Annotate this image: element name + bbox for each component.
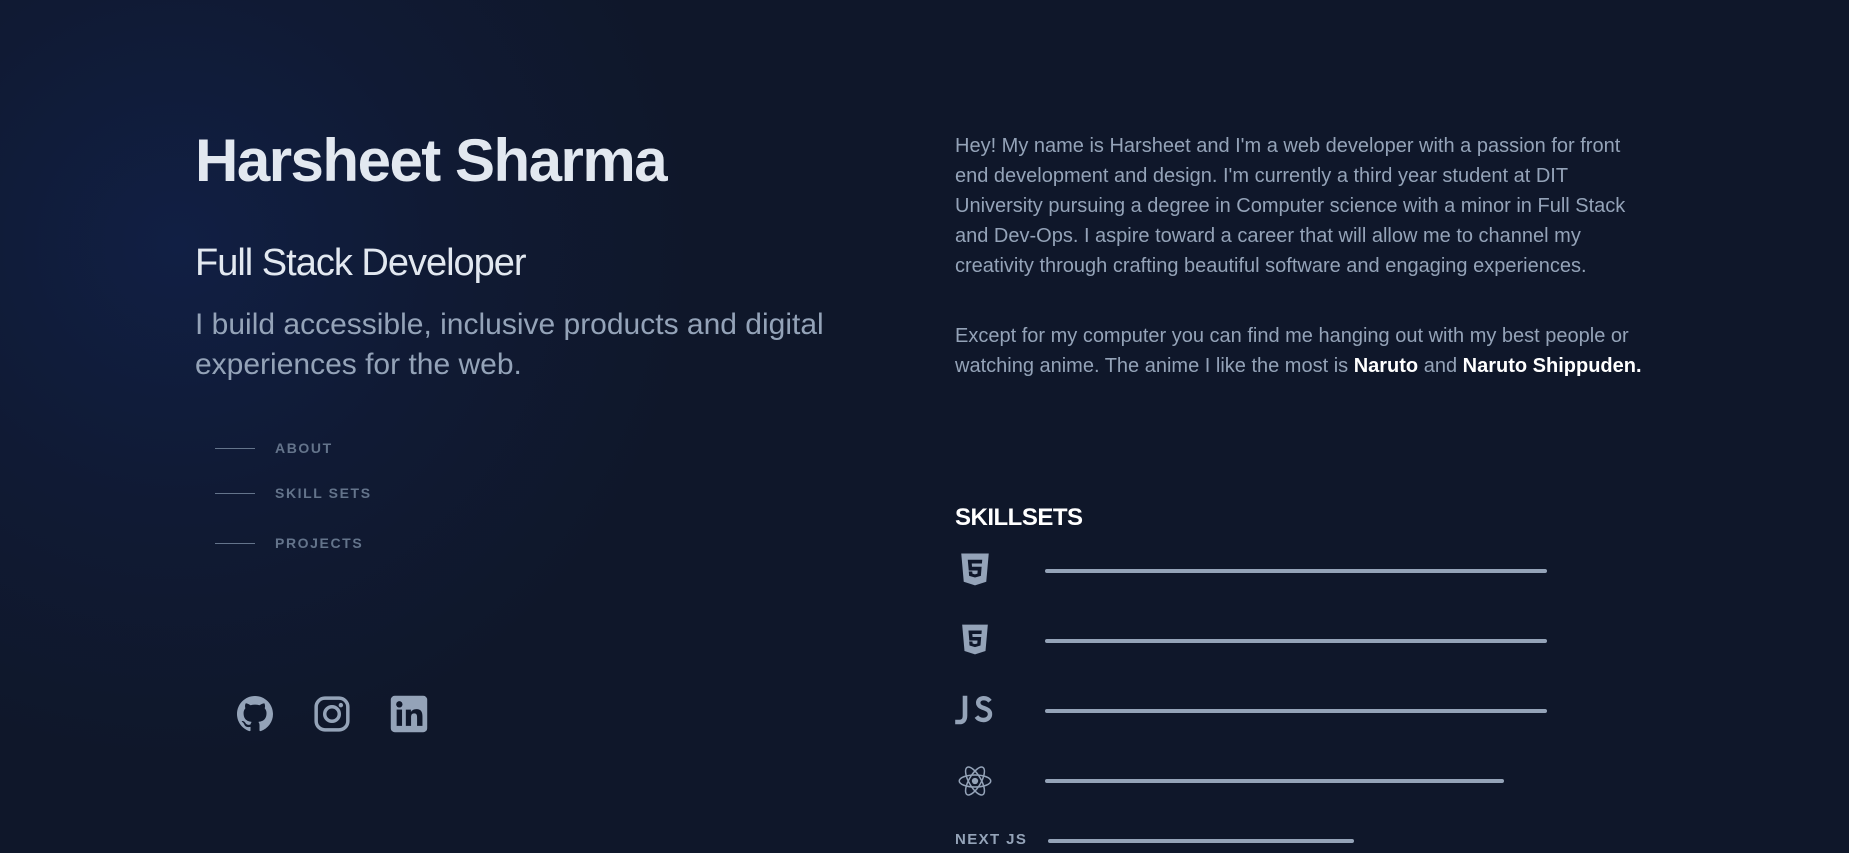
javascript-icon	[955, 691, 995, 731]
skill-level-bar	[1045, 709, 1547, 713]
nav-indicator-line	[215, 542, 255, 544]
skill-row-react	[955, 761, 1575, 801]
css3-icon	[955, 621, 995, 661]
html5-icon	[955, 551, 995, 591]
nav-item-projects[interactable]: PROJECTS	[215, 535, 363, 551]
page-title: Harsheet Sharma	[195, 127, 668, 194]
nav-item-about[interactable]: ABOUT	[215, 440, 333, 456]
social-links	[235, 694, 466, 734]
nav-indicator-line	[215, 492, 255, 494]
github-icon	[237, 696, 273, 732]
skill-row-css	[955, 621, 1575, 661]
linkedin-icon	[390, 695, 428, 733]
skill-level-bar	[1045, 779, 1504, 783]
github-link[interactable]	[235, 694, 275, 734]
favorite-anime: Naruto	[1353, 355, 1419, 377]
skill-row-html	[955, 551, 1575, 591]
skill-row-javascript	[955, 691, 1575, 731]
skill-level-bar	[1048, 839, 1354, 843]
about-paragraph: Hey! My name is Harsheet and I'm a web d…	[955, 135, 1626, 277]
nav-item-label: ABOUT	[275, 440, 333, 456]
skills-heading: SKILLSETS	[955, 504, 1083, 531]
hobbies-connector: and	[1418, 355, 1463, 377]
portfolio-page: Harsheet Sharma Full Stack Developer I b…	[0, 0, 1849, 853]
linkedin-link[interactable]	[389, 694, 429, 734]
about-paragraph-hobbies: Except for my computer you can find me h…	[955, 321, 1645, 381]
skill-level-bar	[1045, 639, 1547, 643]
skill-label: NEXT JS	[955, 831, 1028, 848]
favorite-anime: Naruto Shippuden.	[1462, 355, 1642, 377]
skill-row-nextjs: NEXT JS	[955, 830, 1575, 852]
instagram-link[interactable]	[312, 694, 352, 734]
skill-level-bar	[1045, 569, 1547, 573]
tagline: I build accessible, inclusive products a…	[195, 308, 824, 381]
nav-indicator-line	[215, 447, 255, 449]
nav-item-skill-sets[interactable]: SKILL SETS	[215, 485, 372, 501]
instagram-icon	[314, 696, 350, 732]
job-title: Full Stack Developer	[195, 242, 527, 284]
about-section: Hey! My name is Harsheet and I'm a web d…	[955, 131, 1645, 381]
nav-item-label: PROJECTS	[275, 535, 364, 551]
nav-item-label: SKILL SETS	[275, 485, 372, 501]
react-icon	[955, 761, 995, 801]
